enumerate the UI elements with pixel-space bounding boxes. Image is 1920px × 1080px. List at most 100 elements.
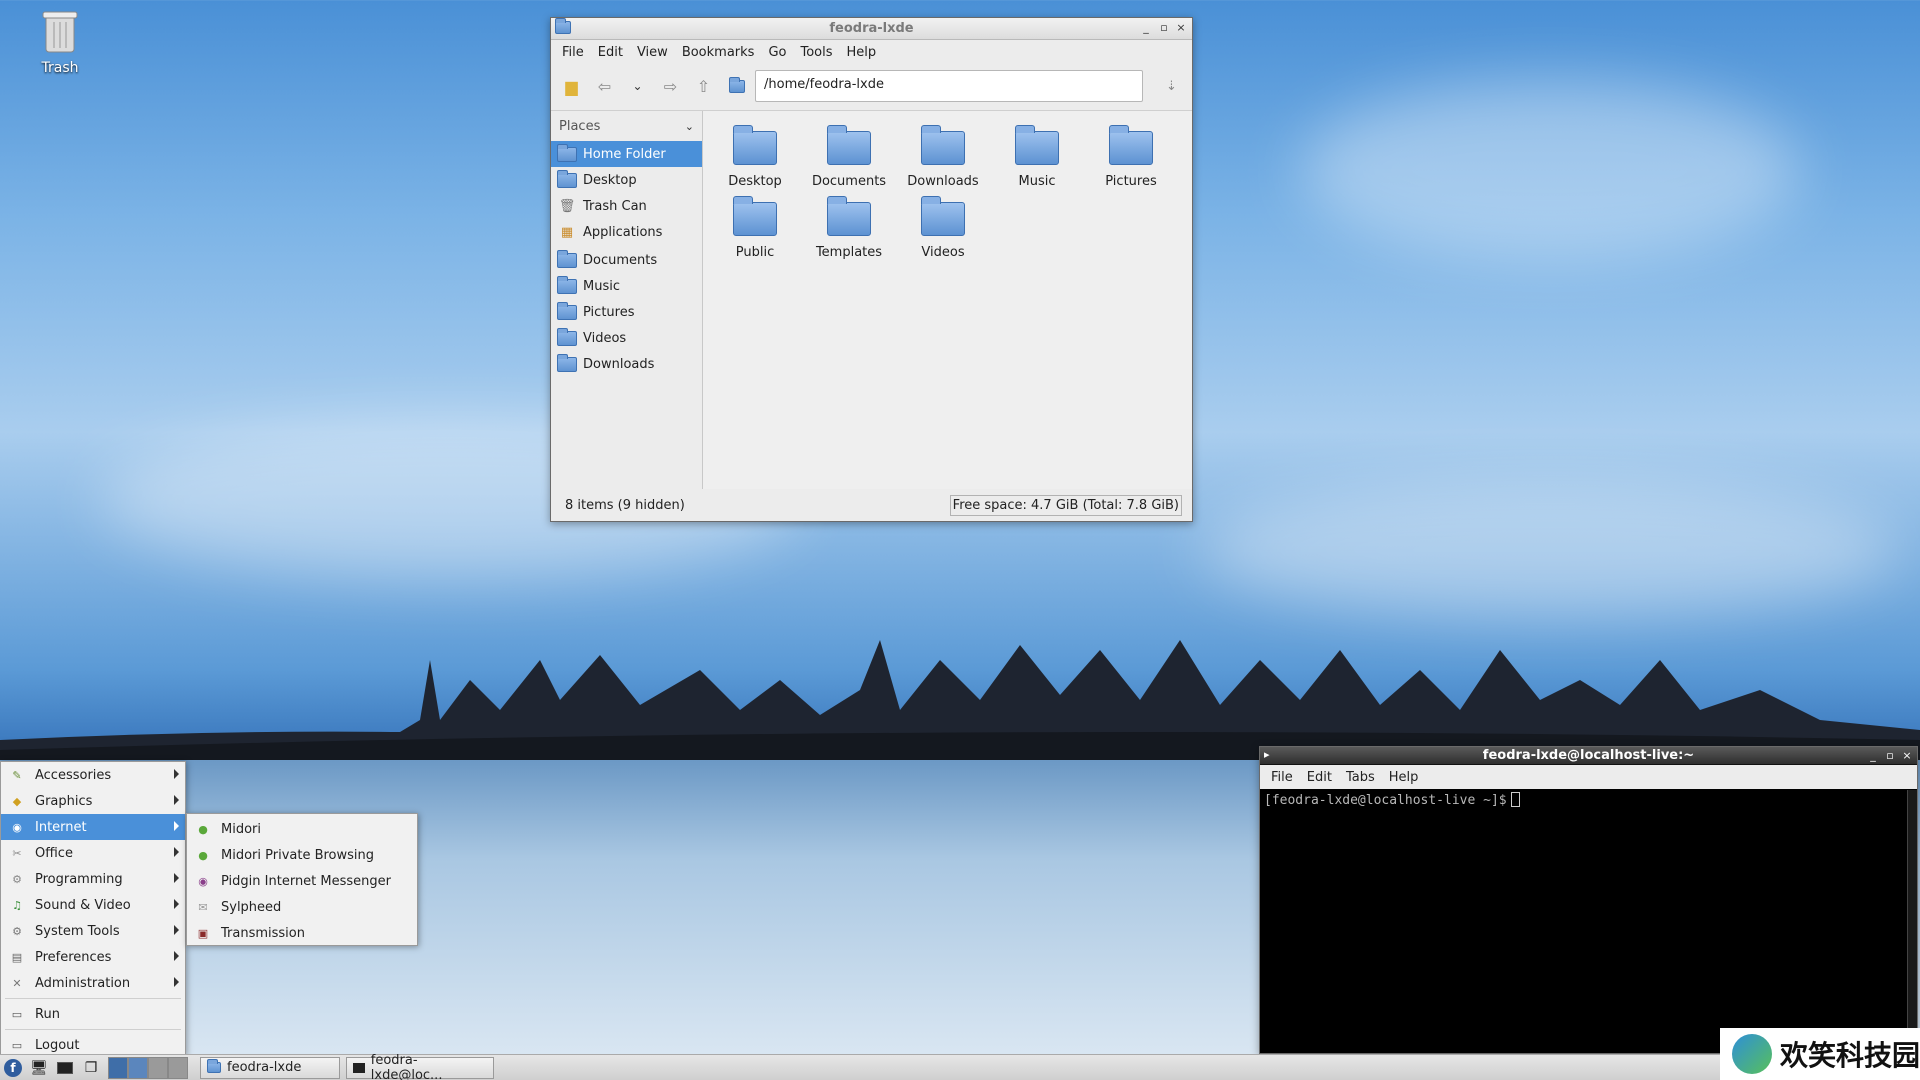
menu-item-administration[interactable]: ✕ Administration (1, 970, 185, 996)
menu-item-system-tools[interactable]: ⚙ System Tools (1, 918, 185, 944)
workspace-1[interactable] (108, 1056, 128, 1079)
site-watermark: 欢笑科技园 (1720, 1028, 1920, 1080)
place-desktop[interactable]: Desktop (551, 167, 702, 193)
maximize-button[interactable]: ▫ (1882, 748, 1898, 764)
bookmark-downloads[interactable]: Downloads (551, 351, 702, 377)
submenu-item-transmission[interactable]: ▣ Transmission (187, 920, 417, 946)
workspace-2[interactable] (128, 1056, 148, 1079)
desktop-trash[interactable]: Trash (28, 8, 92, 76)
menu-help[interactable]: Help (1382, 770, 1426, 785)
new-folder-button[interactable]: ▆ (557, 71, 586, 101)
bookmark-videos[interactable]: Videos (551, 325, 702, 351)
back-button[interactable]: ⇦ (590, 71, 619, 101)
forward-arrow-icon: ⇨ (663, 76, 678, 96)
fm-toolbar: ▆ ⇦ ⌄ ⇨ ⇧ /home/feodra-lxde ⇣ (551, 64, 1192, 108)
taskbar-item-terminal[interactable]: feodra-lxde@loc... (346, 1053, 494, 1080)
back-arrow-icon: ⇦ (597, 76, 612, 96)
terminal-launcher[interactable] (52, 1056, 78, 1080)
terminal-cursor (1510, 792, 1520, 807)
close-button[interactable]: × (1899, 748, 1915, 764)
terminal-icon (57, 1061, 73, 1074)
menu-item-programming[interactable]: ⚙ Programming (1, 866, 185, 892)
menu-item-preferences[interactable]: ▤ Preferences (1, 944, 185, 970)
menu-file[interactable]: File (555, 45, 591, 60)
file-item-public[interactable]: Public (707, 196, 803, 260)
workspace-3[interactable] (148, 1056, 168, 1079)
terminal-titlebar[interactable]: ▸ feodra-lxde@localhost-live:~ _ ▫ × (1260, 747, 1917, 765)
bookmark-label: Downloads (583, 356, 655, 372)
bookmark-documents[interactable]: Documents (551, 247, 702, 273)
start-menu-button[interactable]: f (0, 1056, 26, 1080)
file-item-music[interactable]: Music (989, 125, 1085, 189)
taskbar-item-file-manager[interactable]: feodra-lxde (200, 1056, 340, 1079)
places-selector[interactable]: Places ⌄ (551, 111, 702, 141)
midori-icon: ● (198, 822, 208, 836)
path-input[interactable]: /home/feodra-lxde (755, 70, 1143, 102)
file-item-templates[interactable]: Templates (801, 196, 897, 260)
workspace-pager (108, 1056, 188, 1079)
menu-tools[interactable]: Tools (793, 45, 839, 60)
menu-edit[interactable]: Edit (1300, 770, 1339, 785)
terminal-window: ▸ feodra-lxde@localhost-live:~ _ ▫ × Fil… (1259, 746, 1918, 1054)
minimize-button[interactable]: _ (1138, 20, 1154, 36)
place-applications[interactable]: ▦ Applications (551, 219, 702, 245)
file-item-desktop[interactable]: Desktop (707, 125, 803, 189)
place-trash-can[interactable]: 🗑 Trash Can (551, 193, 702, 219)
submenu-item-midori[interactable]: ● Midori (187, 816, 417, 842)
logout-icon: ▭ (11, 1038, 23, 1052)
folder-icon (557, 249, 577, 268)
menu-edit[interactable]: Edit (591, 45, 630, 60)
file-item-documents[interactable]: Documents (801, 125, 897, 189)
terminal-screen[interactable]: [feodra-lxde@localhost-live ~]$ (1260, 790, 1907, 1053)
menu-file[interactable]: File (1264, 770, 1300, 785)
submenu-label: Transmission (221, 925, 305, 941)
place-home-folder[interactable]: Home Folder (551, 141, 702, 167)
folder-icon (921, 125, 965, 165)
terminal-title: feodra-lxde@localhost-live:~ (1482, 748, 1695, 763)
show-desktop-button[interactable]: ❐ (78, 1056, 104, 1080)
menu-item-graphics[interactable]: ◆ Graphics (1, 788, 185, 814)
menu-label: Internet (35, 819, 87, 835)
file-item-videos[interactable]: Videos (895, 196, 991, 260)
folder-icon (557, 301, 577, 320)
close-button[interactable]: × (1173, 20, 1189, 36)
submenu-item-midori-private[interactable]: ● Midori Private Browsing (187, 842, 417, 868)
go-button[interactable]: ⇣ (1157, 71, 1186, 101)
history-dropdown[interactable]: ⌄ (623, 71, 652, 101)
menu-tabs[interactable]: Tabs (1339, 770, 1382, 785)
forward-button[interactable]: ⇨ (656, 71, 685, 101)
menu-label: System Tools (35, 923, 120, 939)
bookmark-label: Pictures (583, 304, 635, 320)
menu-item-sound-video[interactable]: ♫ Sound & Video (1, 892, 185, 918)
fm-titlebar[interactable]: feodra-lxde _ ▫ × (551, 18, 1192, 40)
file-label: Desktop (728, 174, 782, 189)
submenu-item-sylpheed[interactable]: ✉ Sylpheed (187, 894, 417, 920)
menu-item-internet[interactable]: ◉ Internet (1, 814, 185, 840)
menu-bookmarks[interactable]: Bookmarks (675, 45, 762, 60)
menu-help[interactable]: Help (840, 45, 884, 60)
folder-icon (1015, 125, 1059, 165)
menu-label: Graphics (35, 793, 93, 809)
bookmark-music[interactable]: Music (551, 273, 702, 299)
workspace-4[interactable] (168, 1056, 188, 1079)
up-button[interactable]: ⇧ (689, 71, 718, 101)
file-item-downloads[interactable]: Downloads (895, 125, 991, 189)
minimize-button[interactable]: _ (1865, 748, 1881, 764)
menu-go[interactable]: Go (761, 45, 793, 60)
menu-item-accessories[interactable]: ✎ Accessories (1, 762, 185, 788)
file-icon-view[interactable]: Desktop Documents Downloads Music Pictur… (703, 111, 1192, 489)
menu-item-office[interactable]: ✂ Office (1, 840, 185, 866)
home-button[interactable] (722, 71, 751, 101)
bookmark-pictures[interactable]: Pictures (551, 299, 702, 325)
submenu-label: Pidgin Internet Messenger (221, 873, 391, 889)
chevron-down-icon: ⌄ (632, 79, 643, 93)
maximize-button[interactable]: ▫ (1156, 20, 1172, 36)
terminal-scrollbar[interactable] (1907, 790, 1917, 1053)
menu-view[interactable]: View (630, 45, 675, 60)
menu-item-run[interactable]: ▭ Run (1, 1001, 185, 1027)
place-label: Applications (583, 224, 663, 240)
submenu-item-pidgin[interactable]: ◉ Pidgin Internet Messenger (187, 868, 417, 894)
submenu-arrow-icon (174, 977, 179, 987)
file-item-pictures[interactable]: Pictures (1083, 125, 1179, 189)
file-manager-launcher[interactable]: 🖥 (26, 1056, 52, 1080)
